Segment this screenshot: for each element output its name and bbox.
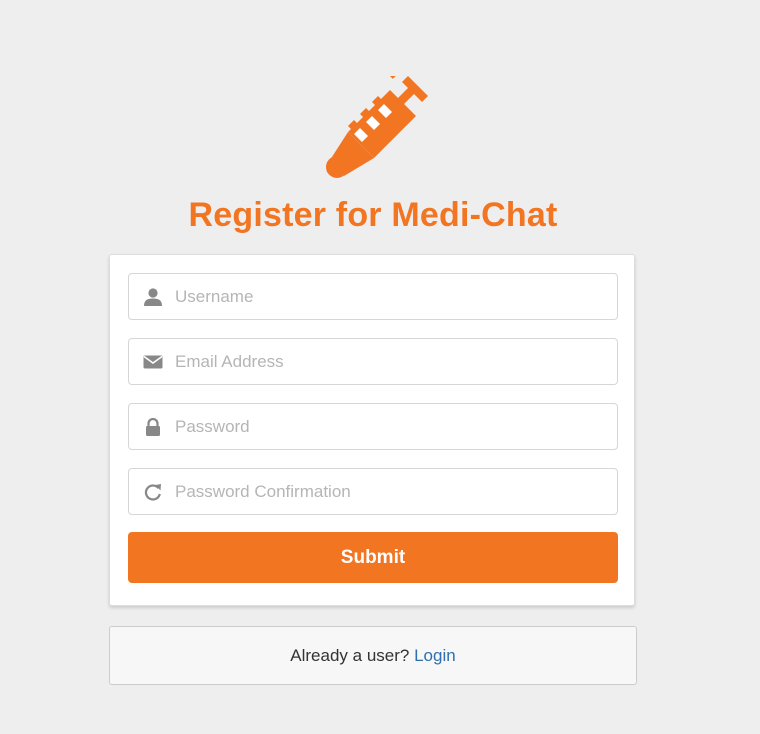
login-prompt-box: Already a user? Login [109, 626, 637, 685]
syringe-icon [326, 76, 428, 178]
password-field[interactable] [128, 403, 618, 450]
password-confirmation-input[interactable] [175, 469, 605, 514]
password-confirmation-field[interactable] [128, 468, 618, 515]
username-field[interactable] [128, 273, 618, 320]
envelope-icon [143, 355, 163, 369]
email-field[interactable] [128, 338, 618, 385]
refresh-icon [144, 484, 161, 501]
register-card: Submit [109, 254, 635, 606]
login-prompt-text: Already a user? [290, 646, 410, 665]
password-input[interactable] [175, 404, 605, 449]
username-input[interactable] [175, 274, 605, 319]
login-link[interactable]: Login [414, 646, 456, 665]
lock-icon [146, 418, 160, 436]
submit-button[interactable]: Submit [128, 532, 618, 583]
user-icon [144, 288, 162, 306]
email-input[interactable] [175, 339, 605, 384]
page-title: Register for Medi-Chat [188, 196, 558, 234]
